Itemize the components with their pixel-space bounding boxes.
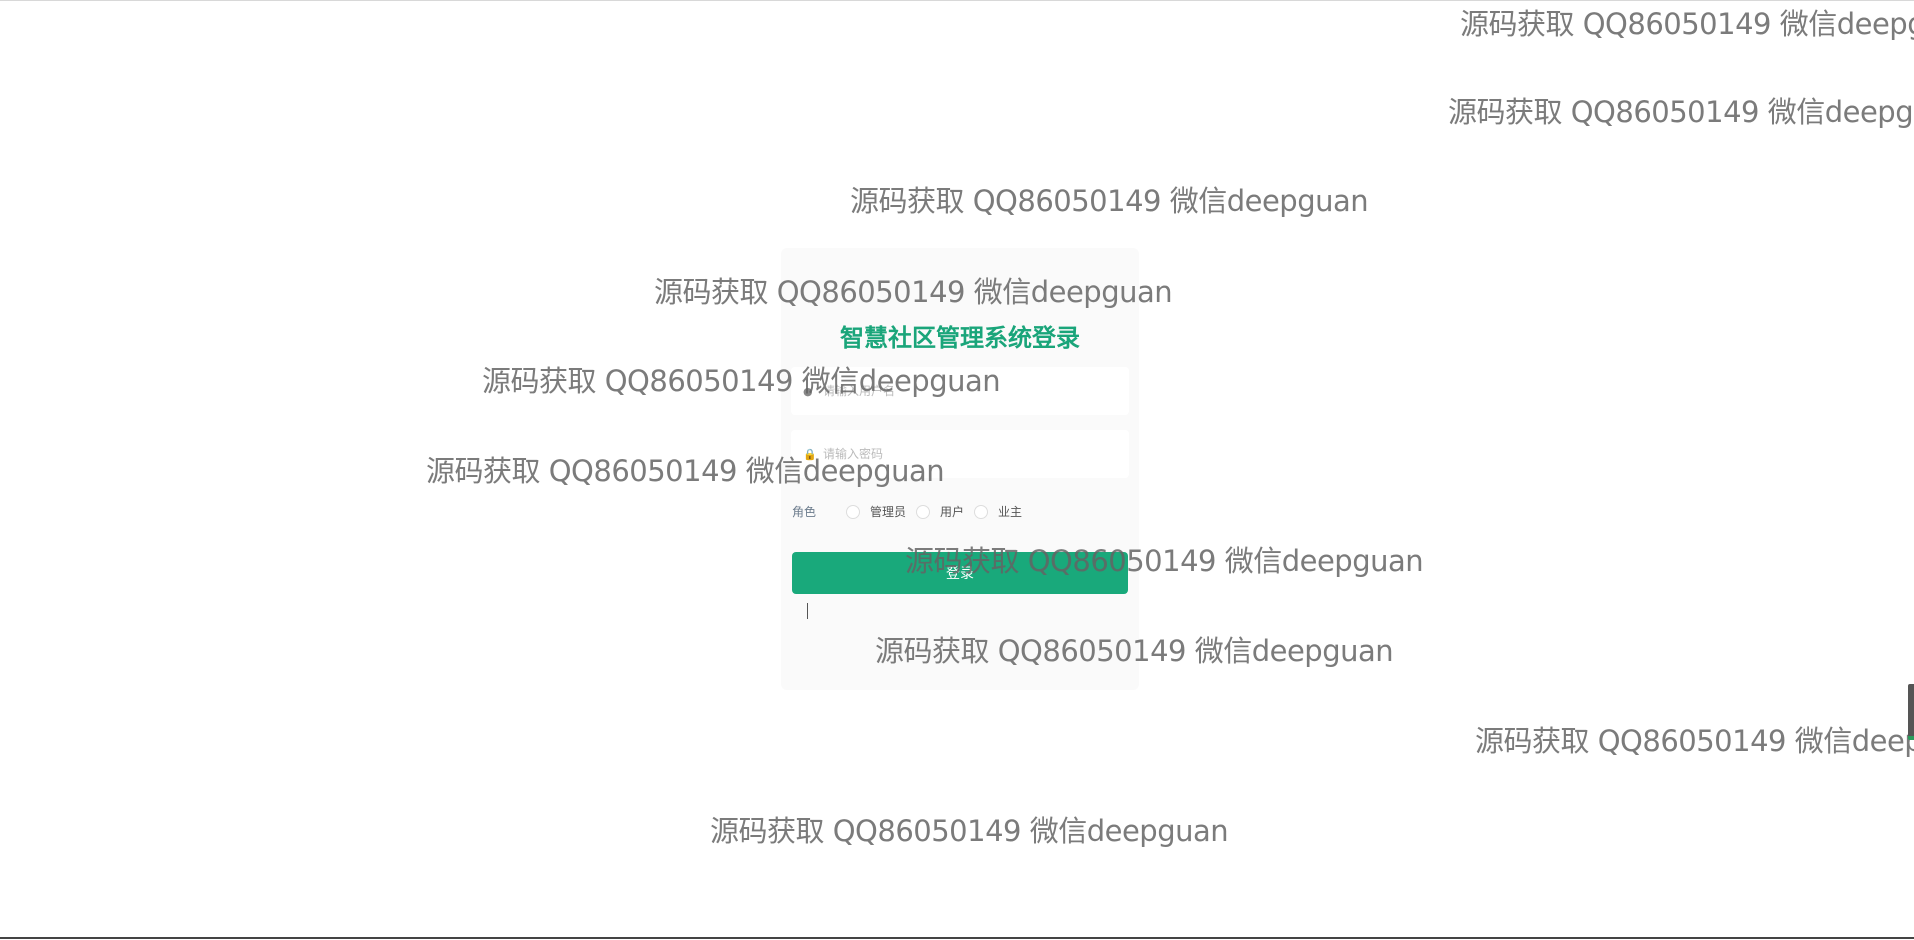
side-handle[interactable] [1908,684,1914,740]
text-caret [807,603,808,619]
radio-label: 业主 [998,505,1023,519]
login-button[interactable]: 登录 [792,552,1128,594]
lock-icon: 🔒 [803,447,817,461]
radio-circle[interactable] [974,504,989,519]
radio-circle[interactable] [846,504,861,519]
radio-label: 管理员 [870,505,907,519]
login-title: 智慧社区管理系统登录 [840,324,1080,352]
radio-label: 用户 [940,505,965,519]
username-field[interactable]: ● [791,367,1129,415]
role-group: 角色 管理员 用户 业主 [792,503,1032,520]
radio-circle[interactable] [916,504,931,519]
role-radio-owner[interactable]: 业主 [974,503,1022,520]
watermark: 源码获取 QQ86050149 微信deepguan [1448,95,1914,129]
role-label: 角色 [792,505,817,519]
password-input[interactable] [821,446,1115,462]
password-field[interactable]: 🔒 [791,430,1129,478]
user-icon: ● [803,384,813,398]
role-radio-user[interactable]: 用户 [916,503,964,520]
watermark: 源码获取 QQ86050149 微信deepguan [1460,7,1914,41]
bottom-border [0,937,1914,939]
watermark: 源码获取 QQ86050149 微信deepguan [850,184,1369,218]
watermark: 源码获取 QQ86050149 微信deepguan [1475,724,1914,758]
login-card: 智慧社区管理系统登录 ● 🔒 角色 管理员 用户 业主 登录 [781,248,1139,690]
role-radio-admin[interactable]: 管理员 [846,503,906,520]
username-input[interactable] [821,383,1115,399]
top-border [0,0,1914,1]
watermark: 源码获取 QQ86050149 微信deepguan [710,814,1229,848]
